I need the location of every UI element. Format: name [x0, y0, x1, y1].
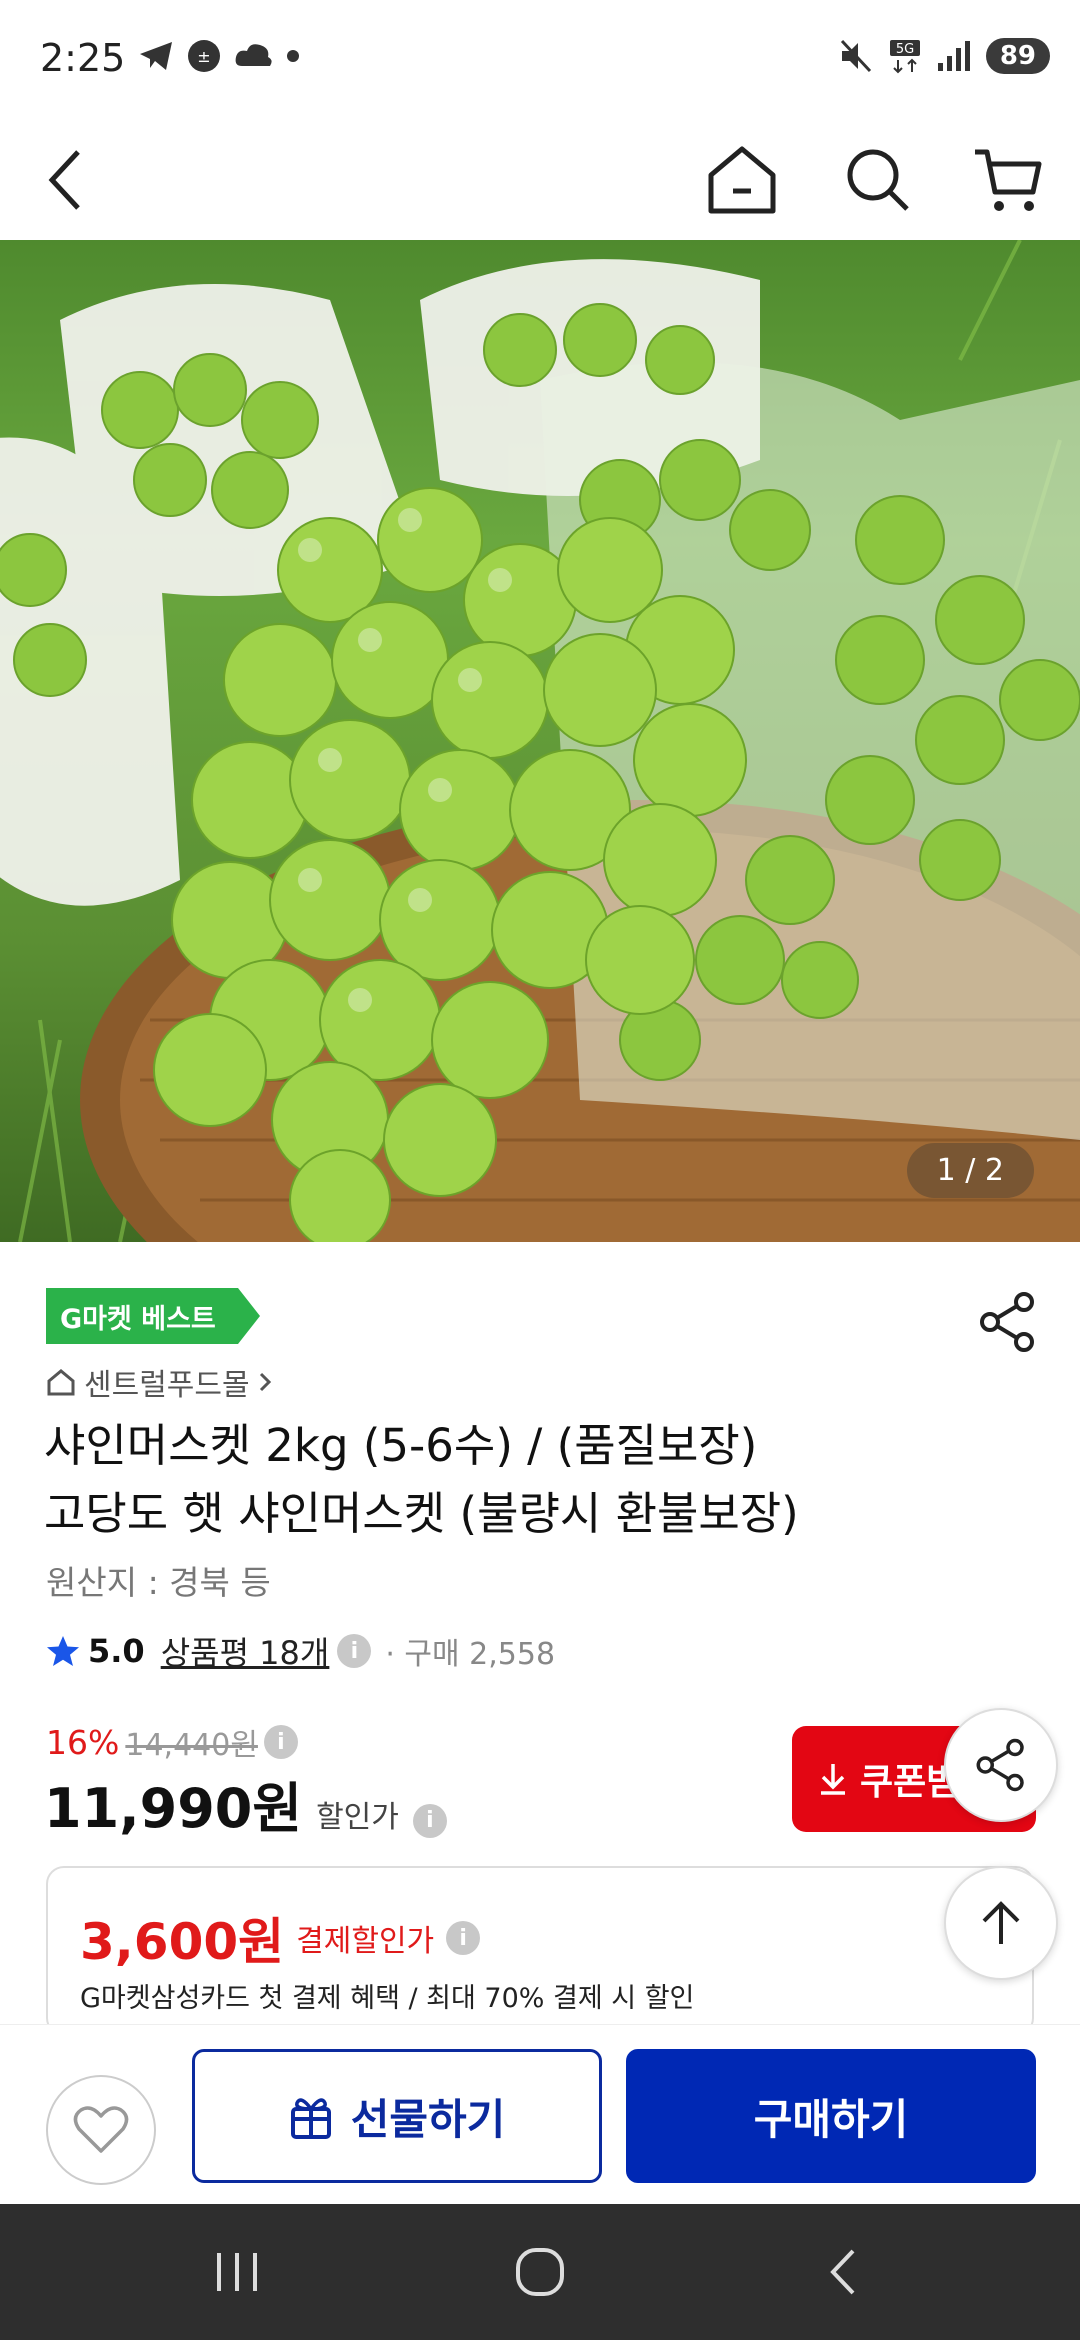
price-row: 11,990원 할인가 i: [44, 1764, 447, 1843]
telegram-icon: [140, 42, 172, 70]
home-circle-icon: [516, 2248, 564, 2296]
signal-icon: [937, 41, 970, 71]
store-home-icon: [47, 1369, 75, 1396]
star-icon: [47, 1636, 79, 1666]
original-price: 14,440원: [125, 1728, 258, 1763]
status-bar: 2:25 ± 5G 89: [0, 0, 1080, 120]
cart-icon: [975, 149, 1042, 211]
battery-indicator: 89: [985, 38, 1050, 74]
arrow-up-icon: [982, 1901, 1020, 1944]
buy-label: 구매하기: [753, 2094, 909, 2144]
sale-info-icon[interactable]: i: [412, 1803, 447, 1838]
sale-label: 할인가: [316, 1800, 399, 1835]
rating-row: 5.0 상품평 18개 i · 구매 2,558: [46, 1628, 555, 1674]
home-icon: [708, 146, 776, 214]
dot-icon: [287, 50, 299, 62]
mute-icon: [840, 39, 871, 73]
system-indicators: 5G 89: [838, 38, 1050, 74]
gift-label: 선물하기: [350, 2094, 506, 2144]
download-icon: [821, 1764, 845, 1795]
back-system-button[interactable]: [808, 2242, 878, 2302]
product-title-line1: 샤인머스켓 2kg (5-6수) / (품질보장): [44, 1419, 758, 1472]
share-icon: [976, 1738, 1024, 1792]
price-info-icon[interactable]: i: [263, 1725, 298, 1759]
card-discount-label: 결제할인가: [296, 1924, 435, 1959]
product-image[interactable]: 1 / 2: [0, 240, 1080, 1242]
gift-button[interactable]: 선물하기: [192, 2049, 602, 2183]
floating-share-button[interactable]: [944, 1708, 1058, 1822]
product-origin: 원산지 : 경북 등: [46, 1563, 271, 1602]
home-system-button[interactable]: [505, 2242, 575, 2302]
notification-icons: ±: [138, 38, 300, 74]
card-price-row: 3,600원 결제할인가 i: [80, 1902, 481, 1974]
chevron-left-icon: [48, 150, 80, 210]
recent-apps-icon: [217, 2253, 257, 2291]
wishlist-button[interactable]: [46, 2075, 156, 2185]
share-icon: [980, 1292, 1034, 1352]
bottom-action-bar: 선물하기 구매하기: [0, 2024, 1080, 2204]
discount-row: 16% 14,440원 i: [46, 1720, 298, 1764]
image-page-indicator: 1 / 2: [906, 1143, 1034, 1198]
card-offer-description: G마켓삼성카드 첫 결제 혜택 / 최대 70% 결제 시 할인: [80, 1983, 695, 2014]
chevron-right-icon: [259, 1372, 271, 1392]
app-icon: ±: [188, 40, 220, 72]
heart-icon: [73, 2106, 129, 2153]
card-info-icon[interactable]: i: [446, 1921, 481, 1955]
svg-text:±: ±: [197, 47, 210, 66]
review-link[interactable]: 상품평 18개: [161, 1628, 330, 1674]
5g-icon: 5G: [889, 40, 920, 74]
buy-button[interactable]: 구매하기: [626, 2049, 1036, 2183]
back-button[interactable]: [24, 138, 108, 222]
purchase-count: · 구매 2,558: [385, 1637, 556, 1672]
discount-rate: 16%: [46, 1722, 120, 1762]
back-chevron-icon: [830, 2249, 855, 2295]
recent-apps-button[interactable]: [202, 2242, 272, 2302]
rating-score: 5.0: [88, 1632, 145, 1670]
cloud-icon: [235, 44, 272, 66]
card-discount-offer[interactable]: 3,600원 결제할인가 i G마켓삼성카드 첫 결제 혜택 / 최대 70% …: [46, 1866, 1034, 2036]
store-link[interactable]: 센트럴푸드몰: [46, 1360, 272, 1404]
search-icon: [847, 149, 909, 211]
cart-button[interactable]: [966, 138, 1050, 222]
scroll-top-button[interactable]: [944, 1866, 1058, 1980]
product-title: 샤인머스켓 2kg (5-6수) / (품질보장) 고당도 햇 샤인머스켓 (불…: [44, 1412, 1044, 1548]
gift-icon: [290, 2098, 331, 2139]
info-icon[interactable]: i: [337, 1634, 372, 1668]
home-button[interactable]: [700, 138, 784, 222]
grape-illustration: [0, 240, 1080, 1242]
search-button[interactable]: [836, 138, 920, 222]
card-discount-price: 3,600원: [80, 1913, 285, 1971]
svg-text:5G: 5G: [896, 42, 914, 57]
share-button[interactable]: [976, 1290, 1040, 1354]
best-badge: G마켓 베스트: [46, 1288, 260, 1344]
product-title-line2: 고당도 햇 샤인머스켓 (불량시 환불보장): [44, 1487, 799, 1540]
system-navigation-bar: [0, 2204, 1080, 2340]
store-name: 센트럴푸드몰: [84, 1368, 250, 1403]
status-time: 2:25: [40, 36, 126, 80]
sale-price: 11,990원: [44, 1777, 303, 1840]
top-navigation: [0, 120, 1080, 240]
